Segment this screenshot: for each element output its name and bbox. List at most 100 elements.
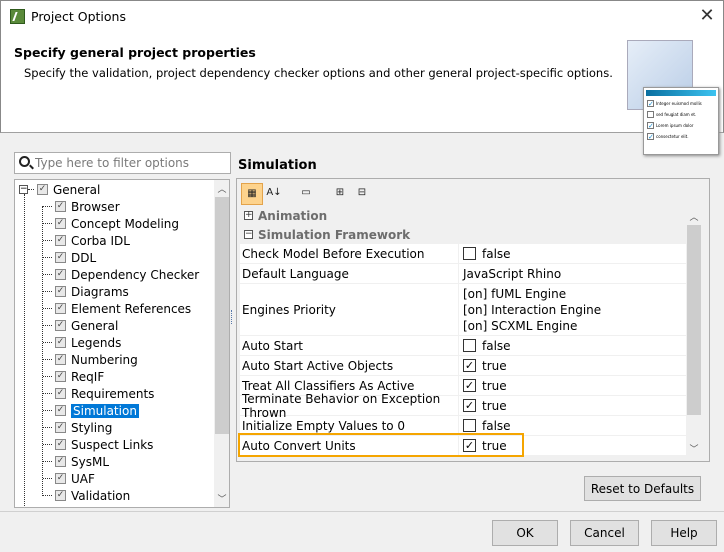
close-icon[interactable]: ✕ <box>695 5 719 29</box>
tree-item[interactable]: ✓ ReqIF <box>55 368 104 385</box>
checkbox-icon[interactable]: ✓ <box>55 456 66 467</box>
checkbox-icon[interactable]: ✓ <box>55 473 66 484</box>
splitter-handle[interactable] <box>231 310 234 324</box>
tree-item[interactable]: ✓ Simulation <box>55 402 139 419</box>
illustration-text: sed feugiat diam et. <box>656 112 697 117</box>
checkbox-icon[interactable]: ✓ <box>55 405 66 416</box>
checkbox-icon[interactable] <box>463 419 476 432</box>
property-value-cell[interactable]: false <box>459 336 515 355</box>
property-row[interactable]: Auto Start false <box>240 336 686 356</box>
header-title: Specify general project properties <box>14 45 256 60</box>
checkbox-icon[interactable]: ✓ <box>55 269 66 280</box>
tree-item-label: Simulation <box>71 403 139 418</box>
checkbox-icon[interactable]: ✓ <box>55 303 66 314</box>
checkbox-icon[interactable]: ✓ <box>37 184 48 195</box>
tree-item[interactable]: ✓ Element References <box>55 300 191 317</box>
property-row[interactable]: Engines Priority [on] fUML Engine [on] Int… <box>240 284 686 336</box>
tree-item[interactable]: ✓ Browser <box>55 198 120 215</box>
group-simulation-framework[interactable]: − Simulation Framework <box>240 225 686 244</box>
checkbox-icon[interactable]: ✓ <box>55 354 66 365</box>
scroll-up-icon[interactable]: ︿ <box>686 210 702 223</box>
group-animation[interactable]: + Animation <box>240 206 686 225</box>
tree-item-label: Concept Modeling <box>71 216 180 231</box>
property-row[interactable]: Check Model Before Execution false <box>240 244 686 264</box>
scroll-down-icon[interactable]: ﹀ <box>686 442 702 455</box>
checkbox-icon[interactable]: ✓ <box>55 388 66 399</box>
ok-button[interactable]: OK <box>492 520 558 546</box>
tree-item[interactable]: ✓ Corba IDL <box>55 232 130 249</box>
tree-item[interactable]: ✓ UAF <box>55 470 95 487</box>
tree-item[interactable]: ✓ Concept Modeling <box>55 215 179 232</box>
property-row[interactable]: Auto Start Active Objects ✓ true <box>240 356 686 376</box>
tree-line <box>43 308 52 309</box>
checkbox-icon[interactable]: ✓ <box>55 252 66 263</box>
checkbox-icon[interactable]: ✓ <box>55 422 66 433</box>
categorized-view-icon[interactable]: ▦ <box>241 183 263 205</box>
checkbox-icon[interactable]: ✓ <box>55 286 66 297</box>
tree-item-label: Corba IDL <box>71 233 130 248</box>
checkbox-icon[interactable]: ✓ <box>55 218 66 229</box>
tree-item[interactable]: ✓ Dependency Checker <box>55 266 199 283</box>
tree-item[interactable]: ✓ General <box>55 317 118 334</box>
checkbox-icon[interactable]: ✓ <box>55 490 66 501</box>
tree-item[interactable]: ✓ DDL <box>55 249 96 266</box>
property-value-cell[interactable]: false <box>459 244 515 263</box>
checkbox-icon[interactable]: ✓ <box>55 235 66 246</box>
tree-item[interactable]: ✓ Styling <box>55 419 112 436</box>
tree-line <box>43 240 52 241</box>
checkbox-icon[interactable]: ✓ <box>55 320 66 331</box>
collapse-all-icon[interactable]: ⊟ <box>351 183 373 205</box>
property-value[interactable]: JavaScript Rhino <box>463 267 561 281</box>
tree-item[interactable]: ✓ Requirements <box>55 385 154 402</box>
checkbox-icon[interactable]: ✓ <box>55 371 66 382</box>
tree-item[interactable]: ✓ Legends <box>55 334 121 351</box>
property-value-cell[interactable]: ✓ true <box>459 356 511 375</box>
scroll-thumb[interactable] <box>687 225 701 415</box>
tree-item[interactable]: ✓ Suspect Links <box>55 436 153 453</box>
checkbox-icon[interactable] <box>463 339 476 352</box>
tree-item-label: General <box>53 182 101 197</box>
tree-line <box>43 257 52 258</box>
tree-line <box>43 427 52 428</box>
scroll-down-icon[interactable]: ﹀ <box>214 492 229 505</box>
checkbox-icon[interactable]: ✓ <box>55 439 66 450</box>
checkbox-icon[interactable]: ✓ <box>463 399 476 412</box>
tree-line <box>24 194 25 507</box>
property-value-cell[interactable]: [on] fUML Engine [on] Interaction Engine[… <box>459 284 605 335</box>
sort-alphabetical-icon[interactable]: A↓ <box>263 183 285 205</box>
filter-field[interactable] <box>14 152 231 174</box>
collapse-icon[interactable]: − <box>19 185 28 194</box>
tree-item[interactable]: ✓ Validation <box>55 487 130 504</box>
tree-item-label: General <box>71 318 119 333</box>
collapse-icon[interactable]: − <box>244 230 253 239</box>
reset-defaults-button[interactable]: Reset to Defaults <box>584 476 701 501</box>
tree-scrollbar[interactable]: ︿ ﹀ <box>214 180 229 507</box>
filter-input[interactable] <box>35 155 225 171</box>
scroll-thumb[interactable] <box>215 197 229 434</box>
help-button[interactable]: Help <box>651 520 717 546</box>
tree-item[interactable]: ✓ Diagrams <box>55 283 129 300</box>
expand-all-icon[interactable]: ⊞ <box>329 183 351 205</box>
checkbox-icon[interactable] <box>463 247 476 260</box>
property-value-cell[interactable]: ✓ true <box>459 376 511 395</box>
property-value-cell[interactable]: JavaScript Rhino <box>459 264 565 283</box>
tree-item-general-root[interactable]: − ✓ General <box>19 181 100 198</box>
tree-item-label: DDL <box>71 250 97 265</box>
property-scrollbar[interactable]: ︿ ﹀ <box>686 206 702 458</box>
expand-icon[interactable]: + <box>244 211 253 220</box>
checkbox-icon[interactable]: ✓ <box>55 337 66 348</box>
description-icon[interactable]: ▭ <box>295 183 317 205</box>
property-row[interactable]: Terminate Behavior on Exception Thrown ✓ t… <box>240 392 686 420</box>
options-tree[interactable]: − ✓ General ✓ Browser ✓ Concept Modeling ✓… <box>14 179 230 508</box>
checkbox-icon[interactable]: ✓ <box>463 379 476 392</box>
tree-item[interactable]: ✓ Numbering <box>55 351 138 368</box>
tree-item[interactable]: ✓ SysML <box>55 453 109 470</box>
checkbox-icon[interactable]: ✓ <box>463 359 476 372</box>
scroll-up-icon[interactable]: ︿ <box>214 182 229 195</box>
cancel-button[interactable]: Cancel <box>570 520 639 546</box>
property-value-cell[interactable]: ✓ true <box>459 396 511 415</box>
checkbox-icon[interactable]: ✓ <box>55 201 66 212</box>
illustration-text: Lorem ipsum dolor <box>656 123 694 128</box>
property-row[interactable]: Default Language JavaScript Rhino <box>240 264 686 284</box>
group-label: Simulation Framework <box>258 227 411 242</box>
